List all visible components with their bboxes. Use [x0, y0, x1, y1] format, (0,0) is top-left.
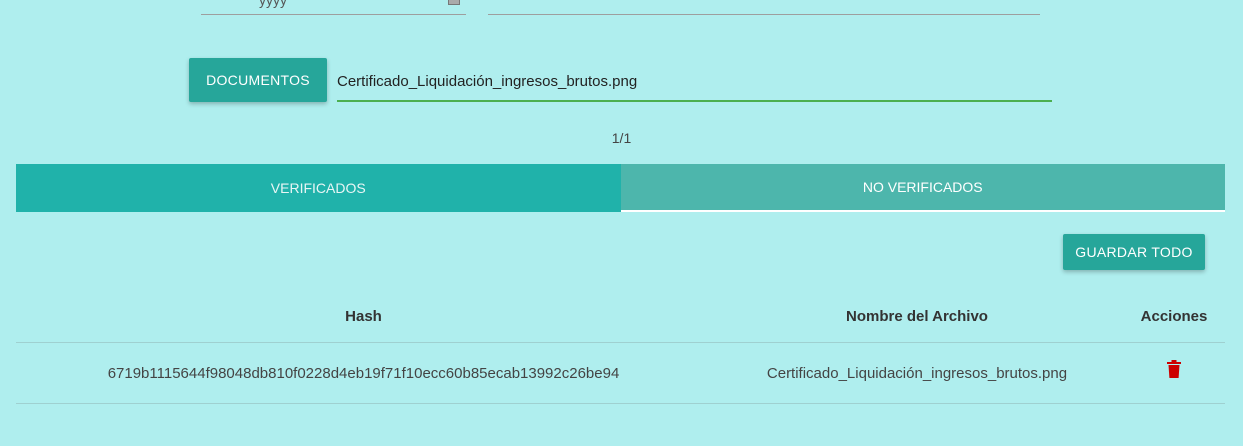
tabs-bar: VERIFICADOS NO VERIFICADOS — [16, 164, 1225, 212]
file-path-input[interactable] — [337, 62, 1052, 102]
table-header-row: Hash Nombre del Archivo Acciones — [16, 290, 1225, 343]
documents-table: Hash Nombre del Archivo Acciones 6719b11… — [16, 290, 1225, 404]
text-input-top[interactable] — [488, 0, 1040, 15]
cell-acciones — [1123, 342, 1225, 404]
calendar-icon[interactable] — [448, 0, 460, 5]
tab-no-verificados[interactable]: NO VERIFICADOS — [620, 164, 1225, 212]
header-acciones: Acciones — [1123, 290, 1225, 343]
delete-button[interactable] — [1167, 360, 1181, 382]
documentos-button[interactable]: DOCUMENTOS — [189, 58, 327, 102]
date-input-placeholder: yyyy — [259, 0, 287, 8]
tab-verificados[interactable]: VERIFICADOS — [16, 164, 621, 212]
table-row: 6719b1115644f98048db810f0228d4eb19f71f10… — [16, 342, 1225, 404]
guardar-todo-button[interactable]: GUARDAR TODO — [1063, 234, 1205, 270]
header-nombre-archivo: Nombre del Archivo — [711, 290, 1123, 343]
cell-nombre-archivo: Certificado_Liquidación_ingresos_brutos.… — [711, 342, 1123, 404]
cell-hash: 6719b1115644f98048db810f0228d4eb19f71f10… — [16, 342, 711, 404]
header-hash: Hash — [16, 290, 711, 343]
date-input[interactable]: yyyy — [201, 0, 466, 15]
file-counter: 1/1 — [611, 130, 632, 146]
trash-icon — [1167, 360, 1181, 378]
